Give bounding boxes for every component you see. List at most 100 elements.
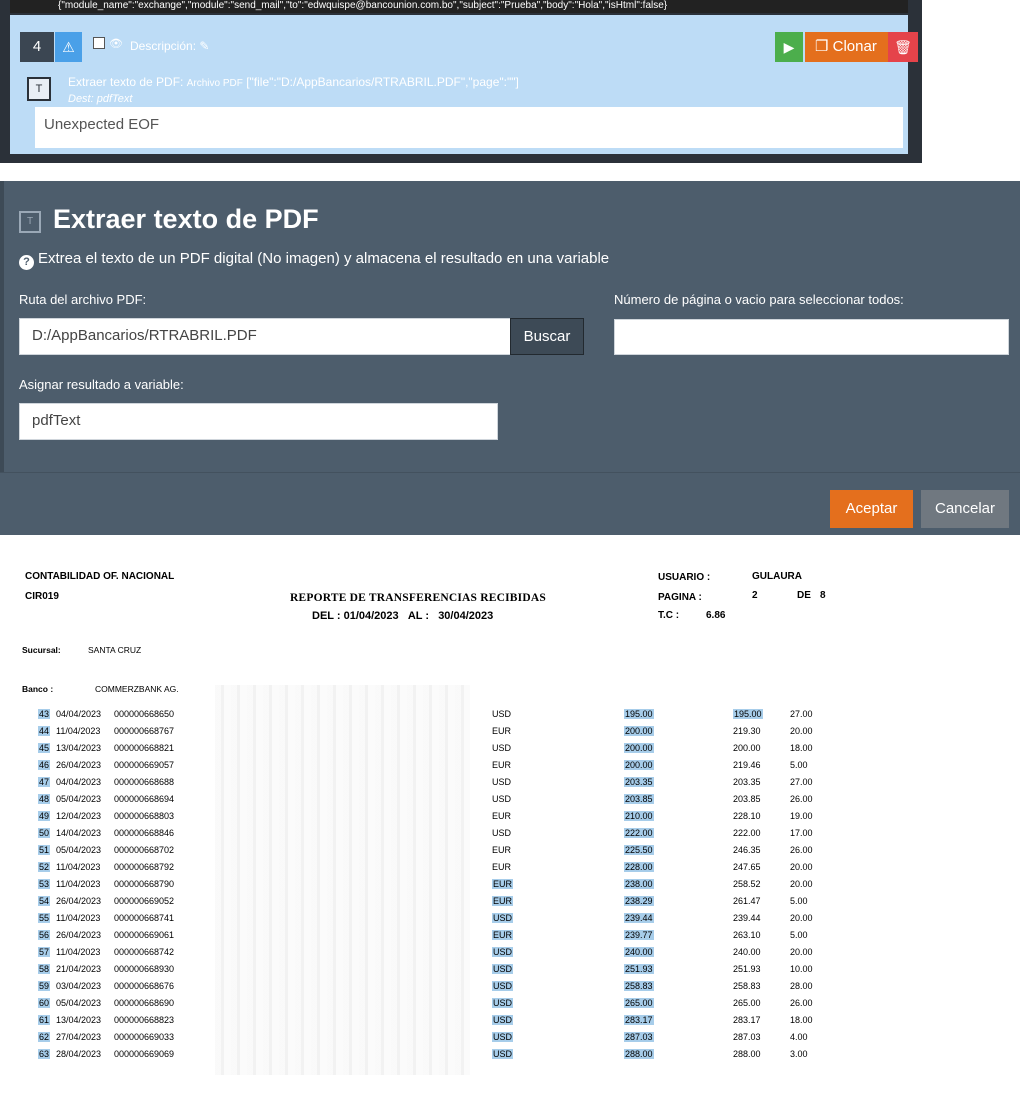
cell-cur: EUR [492,862,512,872]
browse-button[interactable]: Buscar [510,318,584,355]
cell-date: 28/04/2023 [56,1049,102,1059]
cell-n: 53 [38,879,51,889]
table-row: 44 11/04/2023 000000668767 EUR 200.00 219.30 2… [0,724,900,741]
cell-cur: EUR [492,930,514,940]
delete-step-button[interactable]: 🗑 [888,32,918,62]
module-param-label: Archivo PDF [186,78,243,89]
cell-fee: 27.00 [790,777,813,787]
cell-usd: 195.00 [733,709,763,719]
cell-n: 50 [38,828,51,838]
page-number-input[interactable] [614,319,1009,355]
cell-date: 26/04/2023 [56,896,102,906]
cell-date: 04/04/2023 [56,777,102,787]
help-text: Extrea el texto de un PDF digital (No im… [38,250,610,267]
clone-button[interactable]: ❐ Clonar [805,32,888,62]
cell-fee: 19.00 [790,811,813,821]
cell-cur: USD [492,913,514,923]
de-label: DE [797,590,811,601]
cell-cur: USD [492,964,514,974]
cell-usd: 219.30 [733,726,761,736]
cell-fee: 26.00 [790,845,813,855]
cell-date: 05/04/2023 [56,845,102,855]
module-params: ["file":"D:/AppBancarios/RTRABRIL.PDF","… [246,75,519,89]
file-path-input[interactable]: D:/AppBancarios/RTRABRIL.PDF [19,318,511,355]
cell-date: 11/04/2023 [56,947,101,957]
cell-amount: 239.77 [624,930,654,940]
cell-fee: 20.00 [790,879,813,889]
run-step-button[interactable]: ▶ [775,32,803,62]
cancel-button[interactable]: Cancelar [921,490,1009,528]
report-code: CIR019 [25,591,59,602]
cell-usd: 247.65 [733,862,761,872]
cell-usd: 251.93 [733,964,761,974]
dialog-title: Extraer texto de PDF [53,204,319,234]
cell-n: 55 [38,913,51,923]
cell-usd: 283.17 [733,1015,761,1025]
cell-date: 05/04/2023 [56,794,102,804]
cell-fee: 26.00 [790,794,813,804]
eye-slash-icon[interactable]: 👁 [109,37,123,50]
cell-n: 52 [38,862,51,872]
pdf-extract-icon: T [19,211,41,233]
step-description[interactable]: Descripción: ✎ [130,39,209,53]
accept-button[interactable]: Aceptar [830,490,913,528]
description-label: Descripción: [130,39,197,53]
cell-ref: 000000669052 [114,896,175,906]
cell-date: 26/04/2023 [56,930,102,940]
cell-cur: USD [492,1015,514,1025]
cell-usd: 263.10 [733,930,761,940]
cell-n: 60 [38,998,51,1008]
table-row: 43 04/04/2023 000000668650 USD 195.00 195.00 2… [0,707,900,724]
cell-amount: 238.00 [624,879,654,889]
cell-n: 58 [38,964,51,974]
cell-amount: 225.50 [624,845,654,855]
cell-amount: 222.00 [624,828,654,838]
del-label: DEL : [312,610,341,622]
cell-amount: 283.17 [624,1015,654,1025]
cell-n: 57 [38,947,51,957]
cell-date: 13/04/2023 [56,1015,102,1025]
table-row: 54 26/04/2023 000000669052 EUR 238.29 261.47 5… [0,894,900,911]
cell-fee: 5.00 [790,930,808,940]
table-row: 57 11/04/2023 000000668742 USD 240.00 240.00 2… [0,945,900,962]
user-label: USUARIO : [658,572,711,583]
cell-usd: 228.10 [733,811,761,821]
cell-date: 21/04/2023 [56,964,102,974]
warning-icon[interactable]: ⚠ [55,32,82,62]
play-icon: ▶ [783,39,795,55]
cell-n: 62 [38,1032,51,1042]
cell-ref: 000000668821 [114,743,175,753]
cell-fee: 27.00 [790,709,813,719]
cell-cur: USD [492,709,512,719]
cell-fee: 26.00 [790,998,813,1008]
al-value: 30/04/2023 [438,610,494,622]
cell-n: 48 [38,794,51,804]
cell-amount: 251.93 [624,964,654,974]
report-org: CONTABILIDAD OF. NACIONAL [25,571,175,582]
variable-input[interactable]: pdfText [19,403,498,440]
cell-amount: 287.03 [624,1032,654,1042]
cell-amount: 239.44 [624,913,654,923]
cell-amount: 265.00 [624,998,654,1008]
cell-cur: USD [492,743,512,753]
pencil-icon[interactable]: ✎ [199,39,209,53]
file-path-label: Ruta del archivo PDF: [19,292,147,307]
cell-n: 45 [38,743,51,753]
page-number-label: Número de página o vacio para selecciona… [614,292,904,307]
cell-usd: 239.44 [733,913,761,923]
user-value: GULAURA [752,571,802,582]
cell-amount: 200.00 [624,726,654,736]
cell-usd: 258.83 [733,981,761,991]
cell-n: 56 [38,930,51,940]
workflow-step-card[interactable]: 4 ⚠ 👁 Descripción: ✎ ▶ ❐ Clonar 🗑 T Extr… [10,15,918,154]
bank-value: COMMERZBANK AG. [95,684,179,694]
cell-date: 05/04/2023 [56,998,102,1008]
cell-n: 49 [38,811,51,821]
cell-usd: 258.52 [733,879,761,889]
step-checkbox[interactable] [93,37,105,49]
cell-cur: EUR [492,879,514,889]
cell-usd: 287.03 [733,1032,761,1042]
previous-step-code: {"module_name":"exchange","module":"send… [10,0,908,13]
table-row: 63 28/04/2023 000000669069 USD 288.00 288.00 3… [0,1047,900,1064]
table-row: 47 04/04/2023 000000668688 USD 203.35 203.35 2… [0,775,900,792]
